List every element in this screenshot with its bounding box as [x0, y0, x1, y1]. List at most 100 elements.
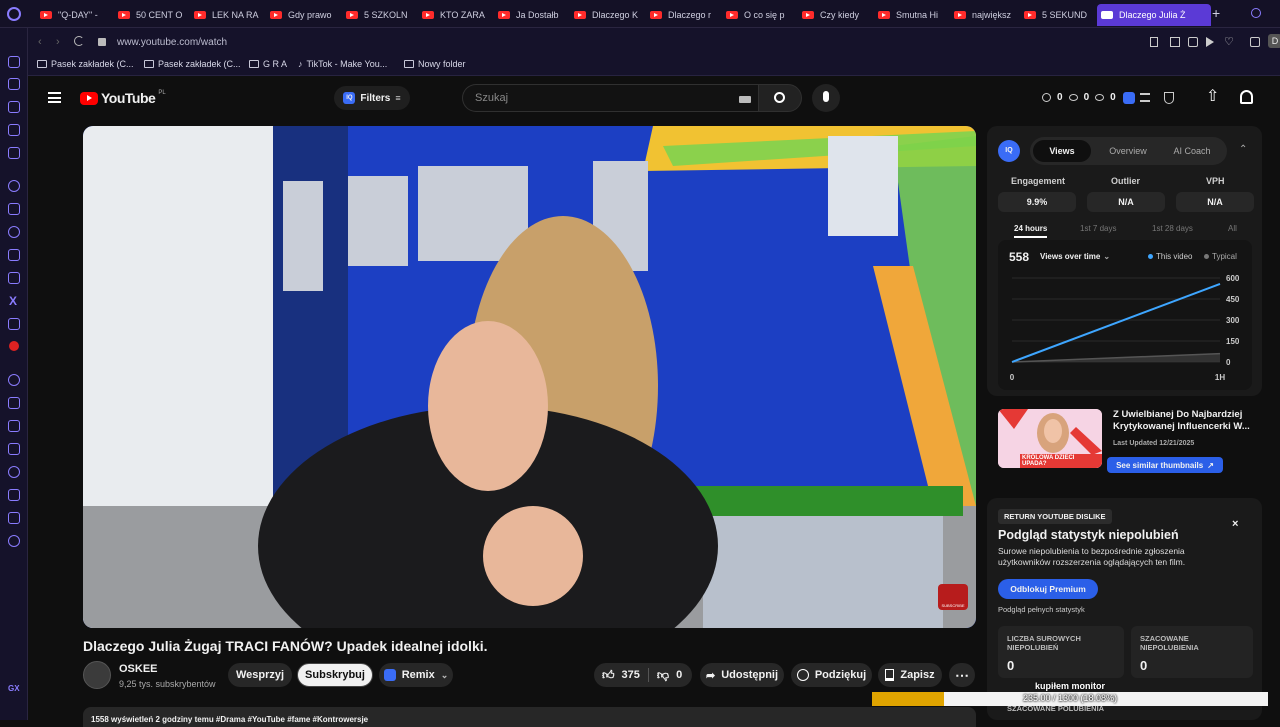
- heart-icon[interactable]: [8, 420, 20, 432]
- range-24h[interactable]: 24 hours: [1014, 224, 1048, 238]
- thumbnail-preview[interactable]: KRÓLOWA DZIECI UPADA?: [998, 409, 1102, 468]
- voice-search-button[interactable]: [812, 84, 840, 112]
- url-field[interactable]: www.youtube.com/watch: [117, 37, 227, 48]
- like-button[interactable]: 👍︎ 375: [602, 668, 640, 683]
- camera-icon[interactable]: [1188, 37, 1198, 47]
- range-7d[interactable]: 1st 7 days: [1080, 224, 1116, 233]
- player-icon[interactable]: [8, 397, 20, 409]
- download-icon[interactable]: [8, 489, 20, 501]
- back-icon[interactable]: ‹: [38, 36, 42, 48]
- messenger-icon[interactable]: [8, 56, 20, 68]
- messenger-icon[interactable]: [8, 226, 20, 238]
- subscribe-button[interactable]: Subskrybuj: [297, 663, 373, 687]
- subscribe-watermark[interactable]: SUBSCRIBE: [938, 584, 968, 610]
- bookmark-folder[interactable]: Pasek zakładek (C...: [144, 59, 241, 69]
- save-button[interactable]: Zapisz: [878, 663, 942, 687]
- remix-button[interactable]: Remix ⌄: [379, 663, 453, 687]
- forward-icon[interactable]: ›: [56, 36, 60, 48]
- list-icon[interactable]: [1140, 93, 1150, 102]
- bookmark-page-icon[interactable]: [1150, 37, 1158, 47]
- search-tabs-icon[interactable]: [1251, 8, 1261, 18]
- channel-avatar[interactable]: [83, 661, 111, 689]
- aria-icon[interactable]: [8, 180, 20, 192]
- support-button[interactable]: Wesprzyj: [228, 663, 292, 687]
- new-tab-icon[interactable]: +: [1212, 6, 1224, 20]
- dislike-button[interactable]: 👎︎ 0: [657, 668, 682, 683]
- tab[interactable]: O co się p: [722, 4, 800, 26]
- youtube-logo[interactable]: YouTube PL: [80, 90, 166, 106]
- history-icon[interactable]: [8, 101, 20, 113]
- extensions-icon[interactable]: [1250, 37, 1260, 47]
- share-button[interactable]: ➦ Udostępnij: [700, 663, 784, 687]
- bookmark-icon[interactable]: [8, 78, 20, 90]
- extensions-icon[interactable]: [8, 512, 20, 524]
- tab[interactable]: LEK NA RA: [190, 4, 268, 26]
- wallet-icon[interactable]: [8, 124, 20, 136]
- x-icon[interactable]: X: [9, 294, 17, 308]
- thumbnail-title[interactable]: Z Uwielbianej Do Najbardziej Krytykowane…: [1113, 409, 1255, 433]
- m-icon[interactable]: [8, 147, 20, 159]
- keyboard-icon[interactable]: [739, 96, 751, 103]
- twitch-icon[interactable]: [8, 203, 20, 215]
- more-actions-button[interactable]: ⋯: [949, 663, 975, 687]
- tab[interactable]: Ja Dostałb: [494, 4, 572, 26]
- search-button[interactable]: [758, 84, 802, 112]
- filters-button[interactable]: IQ Filters ≡: [334, 86, 410, 110]
- upload-icon[interactable]: ⇧: [1206, 89, 1219, 105]
- clock-icon[interactable]: [8, 466, 20, 478]
- play-icon[interactable]: [1206, 37, 1214, 47]
- tab-overview[interactable]: Overview: [1100, 140, 1156, 162]
- full-stats-link[interactable]: Podgląd pełnych statystyk: [998, 605, 1085, 614]
- profile-avatar[interactable]: D: [1268, 34, 1280, 48]
- bookmark-folder[interactable]: G R A: [249, 59, 287, 69]
- tab[interactable]: Gdy prawo: [266, 4, 344, 26]
- tab-ai-coach[interactable]: AI Coach: [1161, 140, 1223, 162]
- lock-icon[interactable]: [98, 38, 106, 46]
- tab[interactable]: największ: [950, 4, 1028, 26]
- metric-select[interactable]: Views over time ⌄: [1040, 252, 1110, 261]
- search-input[interactable]: Szukaj: [462, 84, 758, 112]
- collapse-icon[interactable]: ⌃: [1239, 144, 1247, 155]
- see-similar-button[interactable]: See similar thumbnails ↗: [1107, 457, 1223, 473]
- instagram-icon[interactable]: [8, 272, 20, 284]
- unlock-premium-button[interactable]: Odblokuj Premium: [998, 579, 1098, 599]
- browser-menu-icon[interactable]: [7, 7, 21, 21]
- ud-icon[interactable]: [9, 341, 19, 351]
- tab-active[interactable]: Dlaczego Julia Ż: [1097, 4, 1211, 26]
- tab[interactable]: 50 CENT O: [114, 4, 192, 26]
- telegram-icon[interactable]: [8, 249, 20, 261]
- screenshot-icon[interactable]: [1170, 37, 1180, 47]
- tab[interactable]: 5 SEKUND: [1020, 4, 1098, 26]
- tab[interactable]: Smutna Hi: [874, 4, 952, 26]
- tab[interactable]: KTO ZARA: [418, 4, 496, 26]
- vidiq-icon[interactable]: [1123, 92, 1135, 104]
- vidiq-badge[interactable]: IQ: [998, 140, 1020, 162]
- settings-icon[interactable]: [8, 535, 20, 547]
- menu-icon[interactable]: [48, 92, 61, 103]
- bookmark-link[interactable]: ♪ TikTok - Make You...: [298, 59, 387, 69]
- bookmark-folder[interactable]: Pasek zakładek (C...: [37, 59, 134, 69]
- tab[interactable]: Dlaczego r: [646, 4, 724, 26]
- pin-icon[interactable]: [8, 443, 20, 455]
- tab[interactable]: Czy kiedy: [798, 4, 876, 26]
- thanks-button[interactable]: Podziękuj: [791, 663, 872, 687]
- heart-icon[interactable]: ♡: [1224, 35, 1234, 48]
- trophy-icon[interactable]: [1164, 92, 1174, 104]
- channel-name[interactable]: OSKEE: [119, 663, 158, 675]
- spotify-icon[interactable]: [8, 374, 20, 386]
- vidiq-counters[interactable]: 0 0 0: [1042, 92, 1116, 103]
- range-28d[interactable]: 1st 28 days: [1152, 224, 1193, 233]
- gx-icon[interactable]: GX: [8, 684, 20, 693]
- tab[interactable]: Dlaczego K: [570, 4, 648, 26]
- bookmark-folder[interactable]: Nowy folder: [404, 59, 466, 69]
- close-icon[interactable]: ×: [1232, 518, 1238, 530]
- tab[interactable]: "Q-DAY" -: [36, 4, 114, 26]
- tab[interactable]: 5 SZKOLN: [342, 4, 420, 26]
- range-all[interactable]: All: [1228, 224, 1237, 233]
- reload-icon[interactable]: [74, 36, 84, 46]
- notifications-icon[interactable]: [1240, 90, 1253, 104]
- description-box[interactable]: 1558 wyświetleń 2 godziny temu #Drama #Y…: [83, 707, 976, 727]
- tab-views[interactable]: Views: [1033, 140, 1091, 162]
- discord-icon[interactable]: [8, 318, 20, 330]
- video-player[interactable]: SUBSCRIBE: [83, 126, 976, 628]
